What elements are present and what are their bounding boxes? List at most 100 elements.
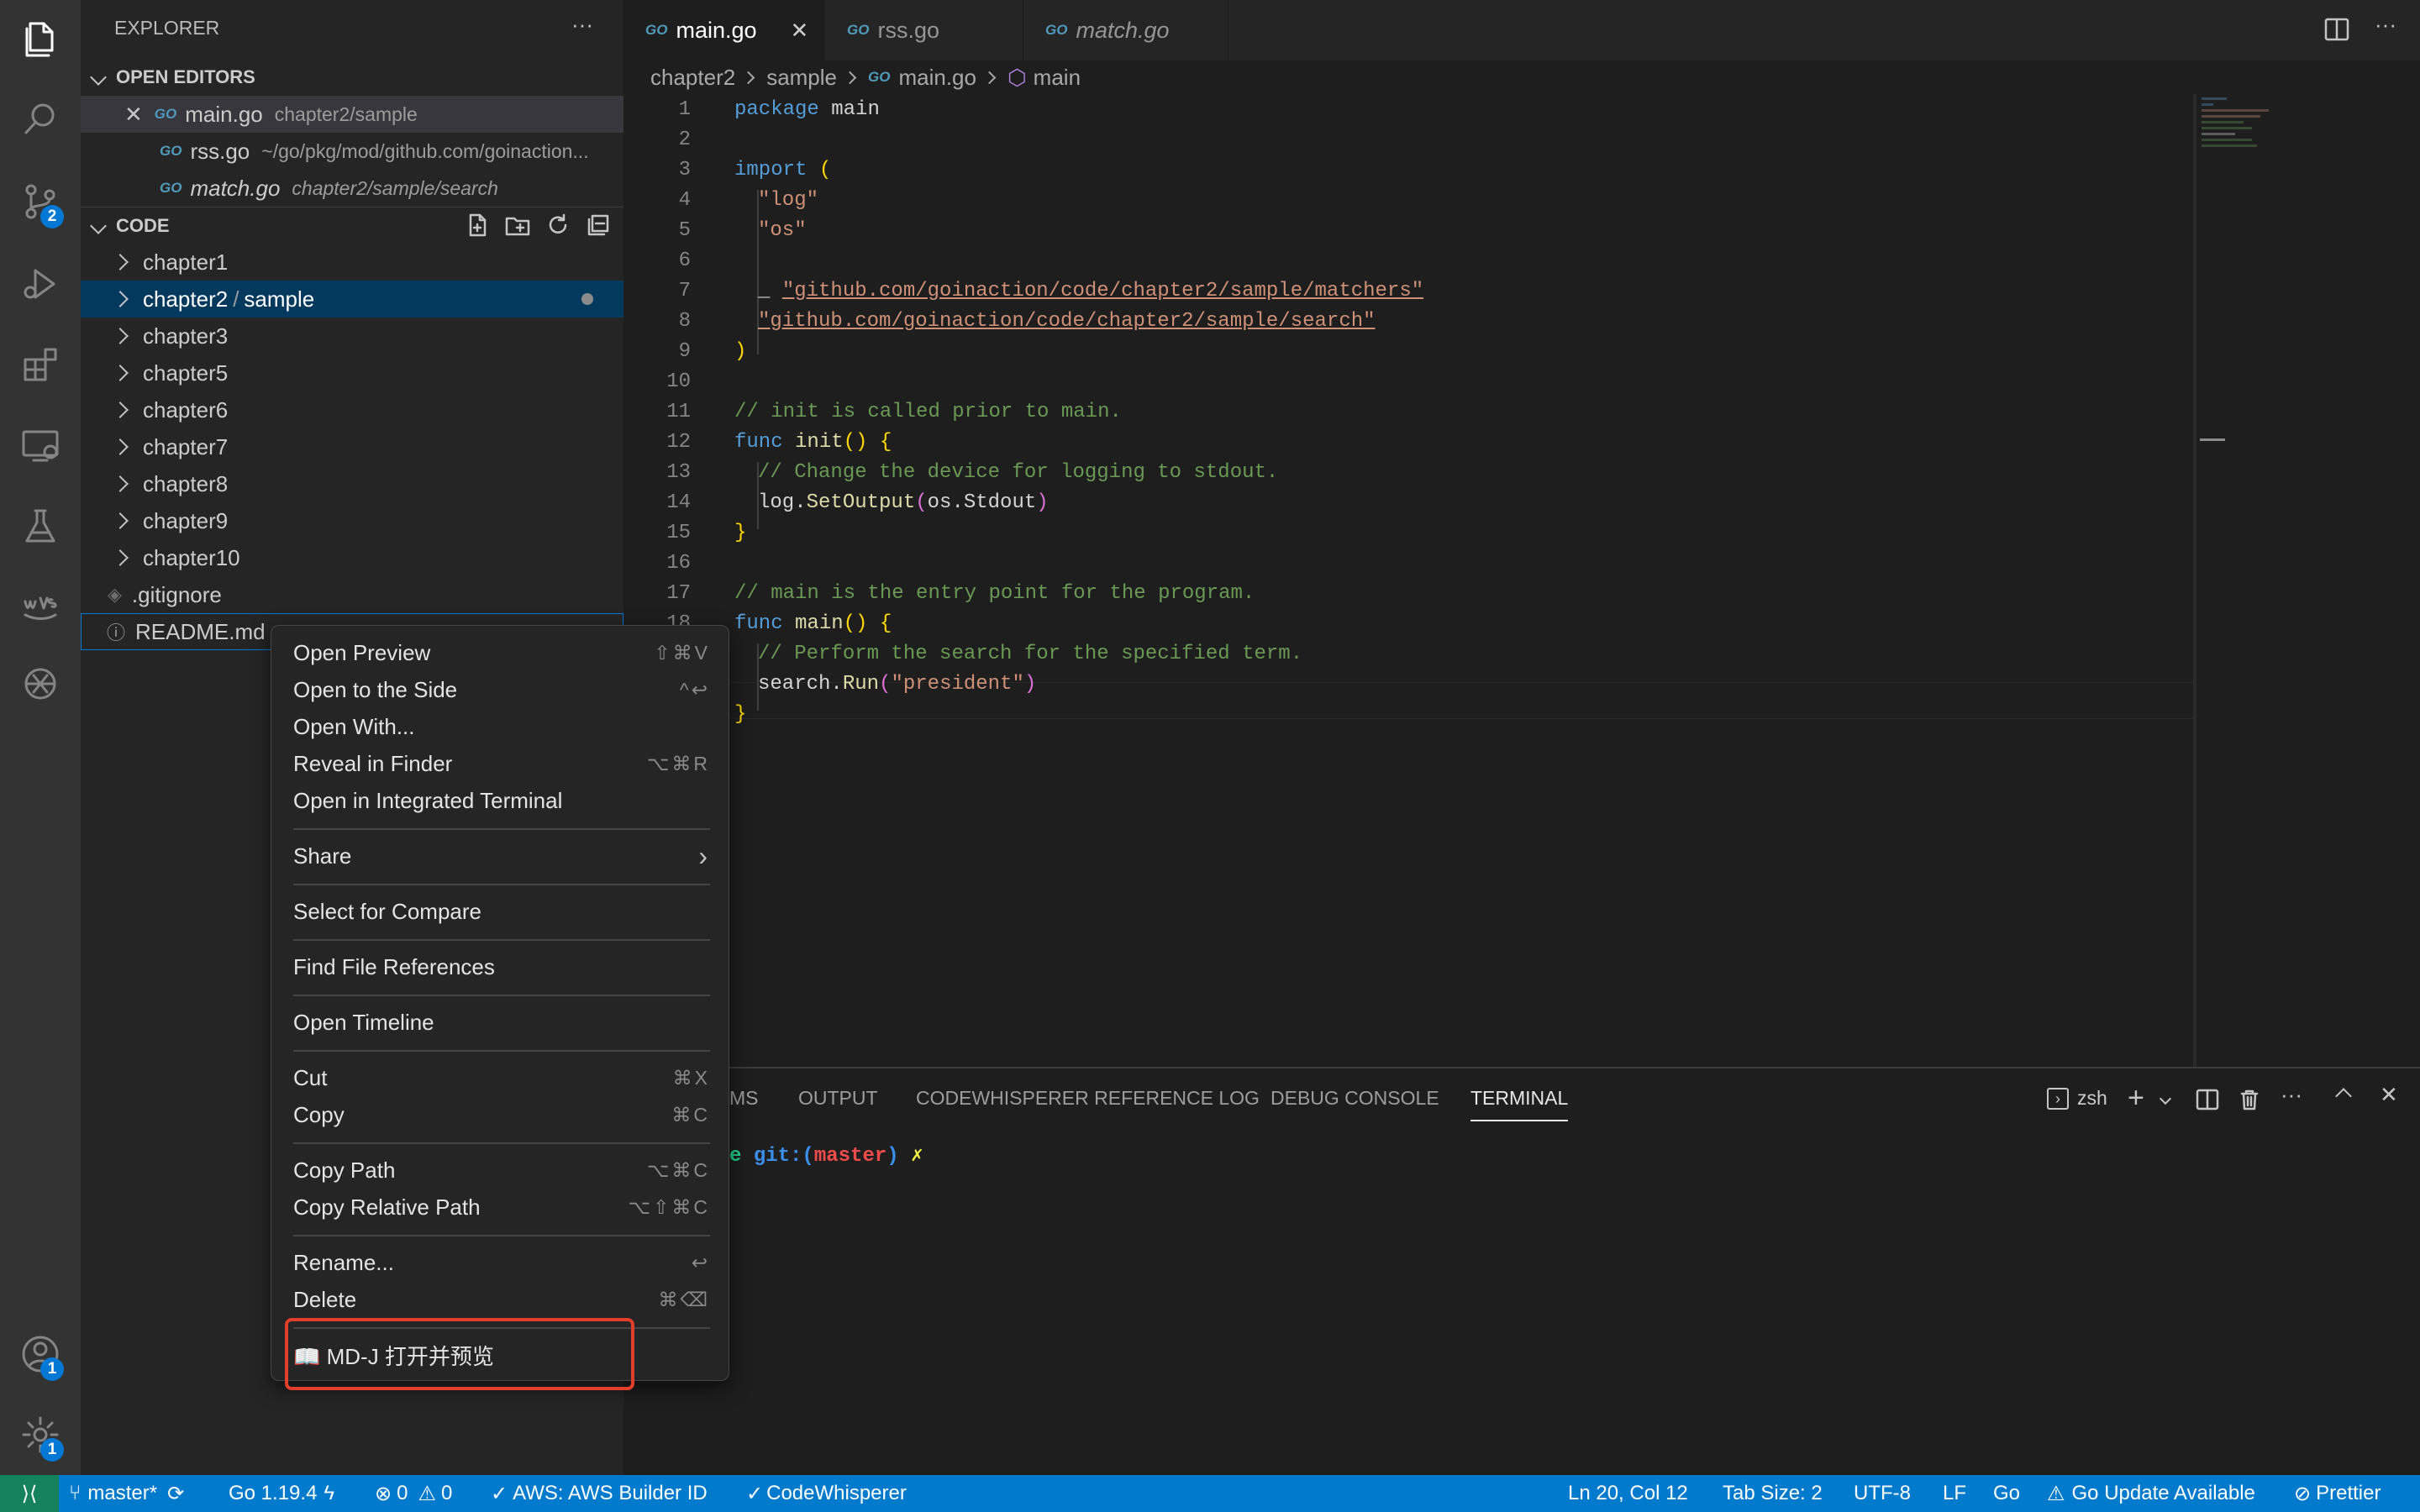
close-icon[interactable]: ✕ [791, 18, 809, 44]
tab-debug-console[interactable]: DEBUG CONSOLE [1270, 1087, 1439, 1110]
manage-gear-icon[interactable]: 1 [12, 1406, 69, 1463]
tab-match-go[interactable]: GO match.go [1023, 0, 1228, 60]
folder-item[interactable]: chapter9 [81, 502, 623, 539]
menu-item-select-for-compare[interactable]: Select for Compare [293, 895, 710, 928]
menu-item-find-file-references[interactable]: Find File References [293, 950, 710, 984]
menu-item-rename[interactable]: Rename... ↩ [293, 1246, 710, 1279]
search-icon[interactable] [12, 91, 69, 148]
folder-item[interactable]: chapter6 [81, 391, 623, 428]
tab-problems[interactable]: MS [729, 1087, 759, 1110]
folder-item[interactable]: chapter10 [81, 539, 623, 576]
tab-output[interactable]: OUTPUT [798, 1087, 878, 1110]
code-line: "log" [758, 189, 819, 212]
menu-item-share[interactable]: Share › [293, 839, 710, 873]
problems-indicator[interactable]: ⊗ 0 ⚠ 0 [375, 1475, 452, 1512]
go-file-icon: GO [160, 180, 182, 196]
go-version[interactable]: Go 1.19.4 ϟ [229, 1475, 334, 1512]
folder-item-selected[interactable]: chapter2 / sample [81, 281, 623, 318]
refresh-icon[interactable] [544, 212, 571, 243]
run-debug-icon[interactable] [12, 255, 69, 312]
aws-indicator[interactable]: ✓ AWS: AWS Builder ID [491, 1475, 708, 1512]
close-panel-icon[interactable]: ✕ [2380, 1082, 2398, 1108]
tab-rss-go[interactable]: GO rss.go [825, 0, 1023, 60]
menu-item-copy[interactable]: Copy ⌘C [293, 1098, 710, 1131]
maximize-panel-icon[interactable] [2335, 1088, 2352, 1105]
menu-item-reveal-in-finder[interactable]: Reveal in Finder ⌥⌘R [293, 747, 710, 780]
folder-item[interactable]: chapter7 [81, 428, 623, 465]
remote-indicator-icon[interactable]: ⟩⟨ [0, 1475, 59, 1512]
more-actions-button[interactable]: ··· [2281, 1082, 2302, 1108]
menu-item-cut[interactable]: Cut ⌘X [293, 1061, 710, 1095]
folder-item[interactable]: chapter3 [81, 318, 623, 354]
file-item[interactable]: ◈ .gitignore [81, 576, 623, 613]
testing-icon[interactable] [12, 497, 69, 554]
file-label: .gitignore [131, 581, 222, 607]
menu-item-copy-path[interactable]: Copy Path ⌥⌘C [293, 1153, 710, 1187]
chevron-down-icon[interactable] [2159, 1092, 2172, 1107]
folder-item[interactable]: chapter8 [81, 465, 623, 502]
tab-codewhisperer-log[interactable]: CODEWHISPERER REFERENCE LOG [916, 1087, 1260, 1110]
chatgpt-icon[interactable] [12, 655, 69, 712]
language-mode[interactable]: Go [1993, 1475, 2020, 1512]
sync-icon[interactable]: ⟳ [167, 1482, 184, 1506]
folder-label: chapter9 [143, 507, 229, 533]
close-icon[interactable]: ✕ [124, 102, 143, 128]
code-line: // init is called prior to main. [734, 401, 1122, 423]
menu-item-copy-relative-path[interactable]: Copy Relative Path ⌥⇧⌘C [293, 1190, 710, 1224]
source-control-icon[interactable]: 2 [12, 173, 69, 230]
split-terminal-icon[interactable] [2195, 1087, 2220, 1116]
accounts-icon[interactable]: 1 [12, 1326, 69, 1383]
prettier-indicator[interactable]: ⊘ Prettier [2294, 1475, 2381, 1512]
folder-item[interactable]: chapter1 [81, 244, 623, 281]
menu-item-open-in-terminal[interactable]: Open in Integrated Terminal [293, 784, 710, 817]
more-actions-button[interactable]: ··· [571, 12, 593, 38]
code-line: _ "github.com/goinaction/code/chapter2/s… [758, 280, 1424, 302]
explorer-icon[interactable] [12, 10, 69, 67]
menu-item-open-preview[interactable]: Open Preview ⇧⌘V [293, 636, 710, 669]
breadcrumb-item[interactable]: main [1034, 65, 1081, 91]
code-editor[interactable] [623, 94, 2420, 1067]
cursor-position[interactable]: Ln 20, Col 12 [1568, 1475, 1688, 1512]
code-folder-header[interactable]: CODE [81, 207, 623, 244]
more-actions-button[interactable]: ··· [2375, 12, 2396, 38]
codewhisperer-indicator[interactable]: ✓ CodeWhisperer [746, 1475, 907, 1512]
open-editor-item[interactable]: ✕ GO main.go chapter2/sample [81, 96, 623, 133]
line-number: 3 [678, 159, 691, 181]
menu-item-delete[interactable]: Delete ⌘⌫ [293, 1283, 710, 1316]
menu-item-open-to-side[interactable]: Open to the Side ^↩ [293, 673, 710, 706]
tab-size[interactable]: Tab Size: 2 [1723, 1475, 1823, 1512]
open-editor-item[interactable]: GO match.go chapter2/sample/search [81, 170, 623, 207]
trash-icon[interactable] [2237, 1087, 2262, 1116]
line-number: 11 [666, 401, 691, 423]
line-number: 13 [666, 461, 691, 484]
remote-explorer-icon[interactable] [12, 417, 69, 474]
minimap[interactable] [2202, 94, 2296, 186]
context-menu: Open Preview ⇧⌘V Open to the Side ^↩ Open … [271, 625, 729, 1390]
open-editor-item[interactable]: GO rss.go ~/go/pkg/mod/github.com/goinac… [81, 133, 623, 170]
tab-main-go[interactable]: GO main.go ✕ [623, 0, 825, 60]
scrollbar[interactable] [2193, 94, 2196, 1067]
new-terminal-plus-icon[interactable]: + [2128, 1082, 2144, 1115]
collapse-all-icon[interactable] [585, 212, 612, 243]
new-file-icon[interactable] [464, 212, 491, 243]
branch-indicator[interactable]: ⑂ master* ⟳ [69, 1475, 184, 1512]
file-label: README.md [135, 618, 266, 644]
breadcrumb-item[interactable]: main.go [898, 65, 976, 91]
split-editor-icon[interactable] [2323, 15, 2351, 48]
tab-terminal[interactable]: TERMINAL [1470, 1087, 1569, 1121]
breadcrumb-item[interactable]: sample [766, 65, 837, 91]
folder-item[interactable]: chapter5 [81, 354, 623, 391]
new-folder-icon[interactable] [504, 212, 531, 243]
extensions-icon[interactable] [12, 336, 69, 393]
menu-item-open-with[interactable]: Open With... [293, 710, 710, 743]
terminal-prompt[interactable]: e git:(master) ✗ [729, 1142, 923, 1168]
tab-label: rss.go [877, 17, 939, 43]
menu-item-open-timeline[interactable]: Open Timeline [293, 1005, 710, 1039]
breadcrumb-item[interactable]: chapter2 [650, 65, 735, 91]
end-of-line[interactable]: LF [1943, 1475, 1966, 1512]
open-editors-header[interactable]: OPEN EDITORS [81, 59, 623, 96]
aws-icon[interactable] [12, 578, 69, 635]
encoding[interactable]: UTF-8 [1854, 1475, 1911, 1512]
terminal-shell-selector[interactable]: › zsh [2047, 1087, 2107, 1110]
go-update-indicator[interactable]: ⚠ Go Update Available [2047, 1475, 2255, 1512]
